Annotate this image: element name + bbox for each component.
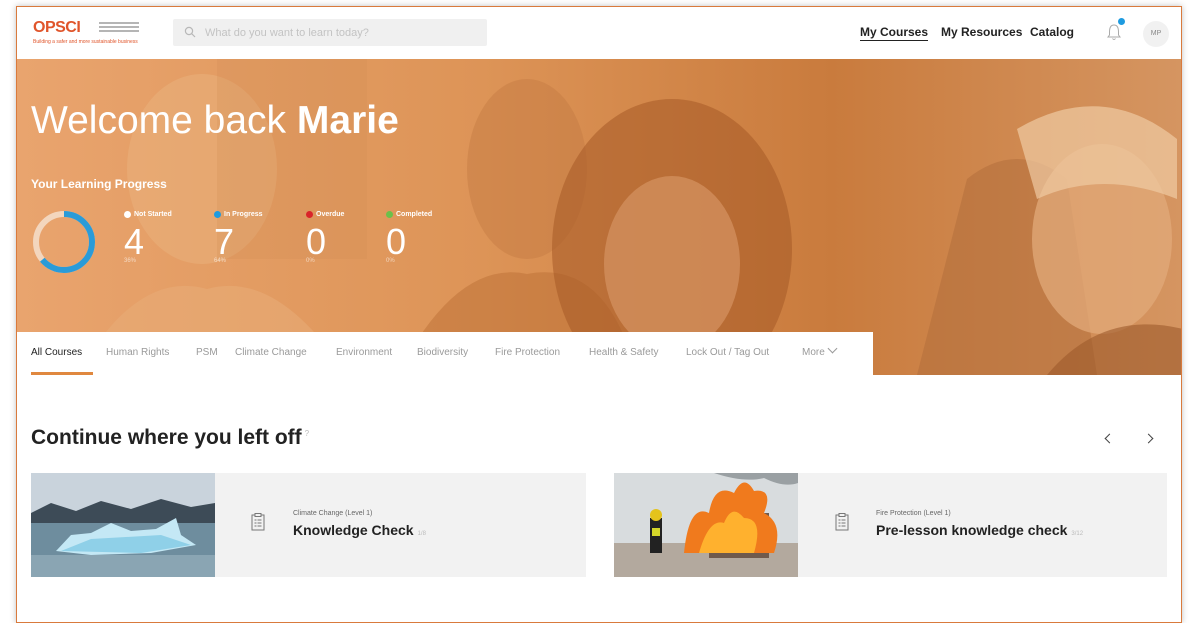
stat-value: 7 [214,221,235,262]
chevron-right-icon [1143,433,1154,444]
chevron-left-icon [1104,433,1115,444]
tab-human-rights[interactable]: Human Rights [106,347,169,358]
stat-dot [214,211,221,218]
stat-label: Overdue [316,211,345,218]
logo-text: OPSCI [33,19,81,36]
stat-value: 0 [386,221,407,262]
iceberg-image [31,473,215,577]
hero-banner: Welcome back Marie Your Learning Progres… [17,59,1181,375]
stat-value: 4 [124,221,145,262]
logo-tagline: Building a safer and more sustainable bu… [33,39,138,45]
carousel-prev-button[interactable] [1101,431,1117,447]
tab-all-courses[interactable]: All Courses [31,347,82,358]
logo[interactable]: OPSCI Building a safer and more sustaina… [33,19,153,45]
nav-my-courses[interactable]: My Courses [860,25,929,41]
card-category: Climate Change (Level 1) [293,510,373,517]
nav-my-resources[interactable]: My Resources [941,25,1022,39]
stat-percent: 64% [214,258,227,264]
tab-more-label: More [802,347,825,358]
tab-environment[interactable]: Environment [336,347,392,358]
stat-completed: Completed 0 0% [386,211,432,264]
top-bar: OPSCI Building a safer and more sustaina… [17,7,1181,59]
logo-lines [99,22,139,34]
user-name: Marie [296,99,399,142]
tab-biodiversity[interactable]: Biodiversity [417,347,468,358]
stat-label: Not Started [134,211,172,218]
card-title: Pre-lesson knowledge check 3/12 [876,522,1083,538]
card-title-text: Pre-lesson knowledge check [876,522,1068,538]
tab-more[interactable]: More [802,343,838,358]
nav-catalog[interactable]: Catalog [1030,25,1074,39]
fire-image [614,473,798,577]
help-icon[interactable]: ? [305,429,309,438]
search-input[interactable] [205,19,475,46]
checklist-icon [835,513,849,531]
card-title: Knowledge Check 1/8 [293,522,426,538]
progress-title: Your Learning Progress [31,177,167,191]
checklist-icon [251,513,265,531]
card-title-text: Knowledge Check [293,522,414,538]
stat-overdue: Overdue 0 0% [306,211,344,264]
avatar[interactable]: MP [1143,21,1169,47]
section-title-text: Continue where you left off [31,426,302,449]
tab-psm[interactable]: PSM [196,347,218,358]
stat-percent: 36% [124,258,137,264]
search-bar[interactable] [173,19,487,46]
stat-percent: 0% [386,258,395,264]
progress-ring [33,211,95,273]
stat-not-started: Not Started 4 36% [124,211,172,264]
tab-climate-change[interactable]: Climate Change [235,347,307,358]
stat-label: Completed [396,211,433,218]
stat-label: In Progress [224,211,263,218]
active-tab-indicator [31,372,93,375]
stat-in-progress: In Progress 7 64% [214,211,263,264]
tab-fire-protection[interactable]: Fire Protection [495,347,560,358]
tab-health-safety[interactable]: Health & Safety [589,347,658,358]
card-count: 1/8 [417,531,426,537]
card-count: 3/12 [1071,531,1084,537]
stat-value: 0 [306,221,327,262]
chevron-down-icon [827,343,838,354]
carousel-next-button[interactable] [1143,431,1159,447]
search-icon [184,26,196,38]
stat-dot [386,211,393,218]
course-card[interactable]: Climate Change (Level 1) Knowledge Check… [31,473,586,577]
notification-badge [1118,18,1125,25]
stat-dot [124,211,131,218]
app-window: OPSCI Building a safer and more sustaina… [16,6,1182,623]
welcome-prefix: Welcome back [31,99,297,142]
section-title: Continue where you left off? [31,426,309,450]
stat-dot [306,211,313,218]
course-card[interactable]: Fire Protection (Level 1) Pre-lesson kno… [614,473,1167,577]
card-category: Fire Protection (Level 1) [876,510,951,517]
welcome-heading: Welcome back Marie [31,99,399,143]
category-tabs: All Courses Human Rights PSM Climate Cha… [17,332,873,376]
tab-lock-out-tag-out[interactable]: Lock Out / Tag Out [686,347,769,358]
